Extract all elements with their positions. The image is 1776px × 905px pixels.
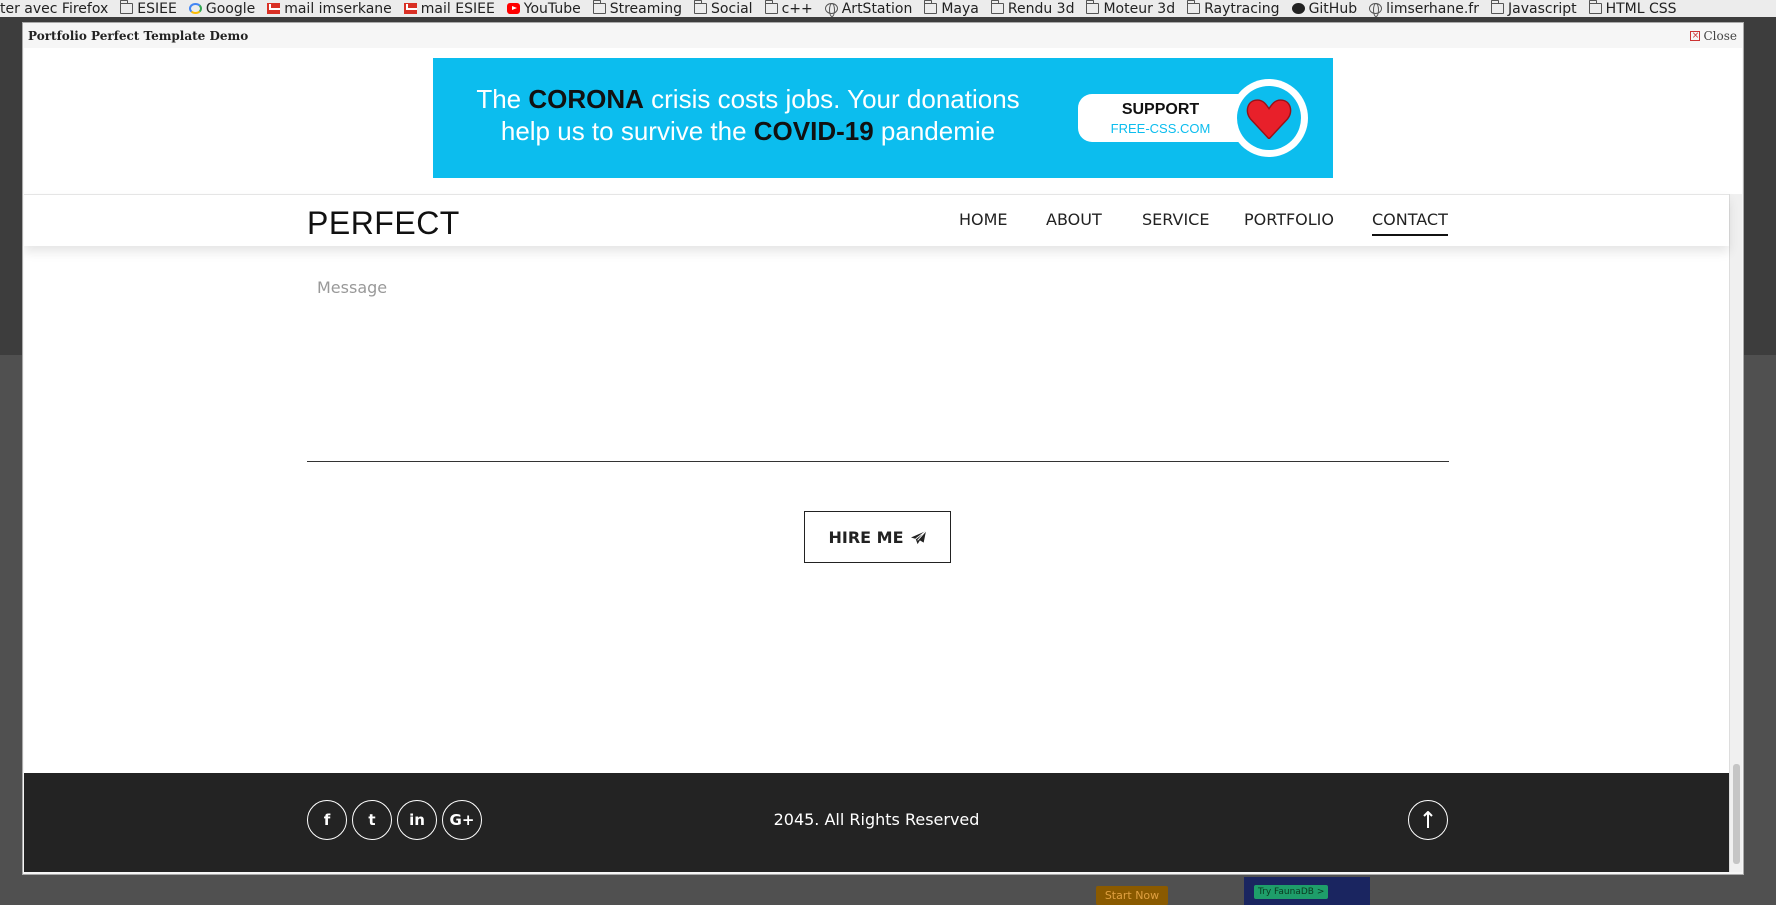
banner-text-bold: COVID-19 (753, 116, 874, 146)
scrollbar-thumb[interactable] (1733, 764, 1740, 864)
support-title: SUPPORT (1121, 101, 1200, 118)
bookmark-label: Moteur 3d (1103, 0, 1176, 17)
bookmark-social[interactable]: Social (694, 0, 753, 17)
globe-icon (824, 3, 838, 17)
bookmarks-bar: ter avec Firefox ESIEE Google mail imser… (0, 0, 1776, 17)
bookmark-label: Javascript (1508, 0, 1577, 17)
site-navbar: PERFECT HOME ABOUT SERVICE PORTFOLIO CON… (24, 194, 1729, 246)
folder-icon (1588, 0, 1602, 14)
banner-text-part: help us to survive the (500, 116, 754, 146)
bookmark-moteur-3d[interactable]: Moteur 3d (1086, 0, 1176, 17)
bookmark-javascript[interactable]: Javascript (1491, 0, 1577, 17)
modal-close-label: Close (1703, 29, 1737, 43)
globe-icon (1369, 3, 1383, 17)
bookmark-html-css[interactable]: HTML CSS (1588, 0, 1677, 17)
folder-icon (924, 0, 938, 14)
nav-contact[interactable]: CONTACT (1372, 210, 1448, 236)
bookmark-label: ArtStation (841, 0, 913, 17)
donation-banner[interactable]: The CORONA crisis costs jobs. Your donat… (433, 58, 1333, 178)
bookmark-label: c++ (781, 0, 813, 17)
folder-icon (120, 0, 134, 14)
site-logo[interactable]: PERFECT (307, 205, 460, 242)
background-ad: Try FaunaDB > (1244, 877, 1370, 905)
bookmark-google[interactable]: Google (188, 0, 256, 17)
banner-text-part: pandemie (873, 116, 996, 146)
bookmark-label: Maya (941, 0, 979, 17)
youtube-icon (506, 3, 520, 14)
google-icon (188, 3, 202, 14)
bookmark-mail-esiee[interactable]: mail ESIEE (403, 0, 495, 17)
arrow-up-icon (1423, 811, 1433, 828)
banner-message: The CORONA crisis costs jobs. Your donat… (433, 83, 1063, 147)
bookmark-label: HTML CSS (1605, 0, 1677, 17)
banner-line-2: help us to survive the COVID-19 pandemie (433, 115, 1063, 147)
heart-icon (1246, 99, 1292, 139)
folder-icon (764, 0, 778, 14)
heart-badge (1230, 79, 1308, 157)
bookmark-maya[interactable]: Maya (924, 0, 979, 17)
folder-icon (990, 0, 1004, 14)
github-icon (1291, 3, 1305, 14)
modal-close-button[interactable]: × Close (1690, 29, 1737, 43)
bookmark-label: Raytracing (1204, 0, 1280, 17)
bookmark-label: Social (711, 0, 753, 17)
folder-icon (694, 0, 708, 14)
hire-me-button[interactable]: HIRE ME (804, 511, 951, 563)
bookmark-label: mail ESIEE (420, 0, 495, 17)
bookmark-label: Google (205, 0, 256, 17)
folder-icon (1086, 0, 1100, 14)
bookmark-cpp[interactable]: c++ (764, 0, 813, 17)
background-ad-label: Try FaunaDB > (1254, 885, 1329, 899)
copyright-text: 2045. All Rights Reserved (773, 810, 980, 829)
gmail-icon (403, 3, 417, 14)
hire-me-label: HIRE ME (828, 527, 904, 547)
bookmark-label: mail imserkane (284, 0, 392, 17)
folder-icon (1491, 0, 1504, 14)
folder-icon (1187, 0, 1201, 14)
bookmark-limserhane[interactable]: limserhane.fr (1369, 1, 1479, 17)
back-to-top-button[interactable] (1408, 800, 1448, 840)
bookmark-github[interactable]: GitHub (1291, 0, 1358, 17)
bookmark-streaming[interactable]: Streaming (592, 0, 683, 17)
bookmark-label: Rendu 3d (1007, 0, 1075, 17)
bookmark-label: limserhane.fr (1386, 0, 1479, 17)
paper-plane-icon (910, 530, 926, 544)
nav-portfolio[interactable]: PORTFOLIO (1244, 210, 1334, 229)
bookmark-label: ESIEE (137, 0, 177, 17)
bookmark-label: ter avec Firefox (0, 0, 109, 17)
background-start-button: Start Now (1096, 886, 1168, 905)
nav-about[interactable]: ABOUT (1046, 210, 1102, 229)
nav-service[interactable]: SERVICE (1142, 210, 1209, 229)
bookmark-rendu-3d[interactable]: Rendu 3d (990, 0, 1075, 17)
bookmark-label: GitHub (1308, 0, 1358, 17)
bookmark-label: YouTube (523, 0, 581, 17)
bookmark-esiee[interactable]: ESIEE (120, 0, 177, 17)
demo-iframe: The CORONA crisis costs jobs. Your donat… (24, 48, 1742, 872)
site-footer: f t in G+ 2045. All Rights Reserved (24, 773, 1729, 872)
nav-home[interactable]: HOME (959, 210, 1008, 229)
bookmark-raytracing[interactable]: Raytracing (1187, 0, 1280, 17)
modal-title: Portfolio Perfect Template Demo (28, 29, 249, 43)
bookmark-mail-imserkane[interactable]: mail imserkane (267, 1, 392, 17)
bookmark-artstation[interactable]: ArtStation (824, 0, 913, 17)
bookmark-firefox[interactable]: ter avec Firefox (0, 1, 108, 17)
folder-icon (592, 0, 606, 14)
heart-badge-inner (1237, 86, 1301, 150)
banner-text-bold: CORONA (528, 84, 644, 114)
close-icon: × (1690, 31, 1701, 41)
message-field[interactable] (307, 268, 1449, 462)
banner-text-part: The (476, 84, 529, 114)
iframe-scrollbar[interactable] (1729, 194, 1742, 872)
gmail-icon (267, 3, 281, 14)
bookmark-youtube[interactable]: YouTube (506, 0, 581, 17)
support-site: FREE-CSS.COM (1110, 121, 1211, 136)
bookmark-label: Streaming (609, 0, 683, 17)
banner-text-part: crisis costs jobs. Your donations (643, 84, 1020, 114)
banner-line-1: The CORONA crisis costs jobs. Your donat… (433, 83, 1063, 115)
